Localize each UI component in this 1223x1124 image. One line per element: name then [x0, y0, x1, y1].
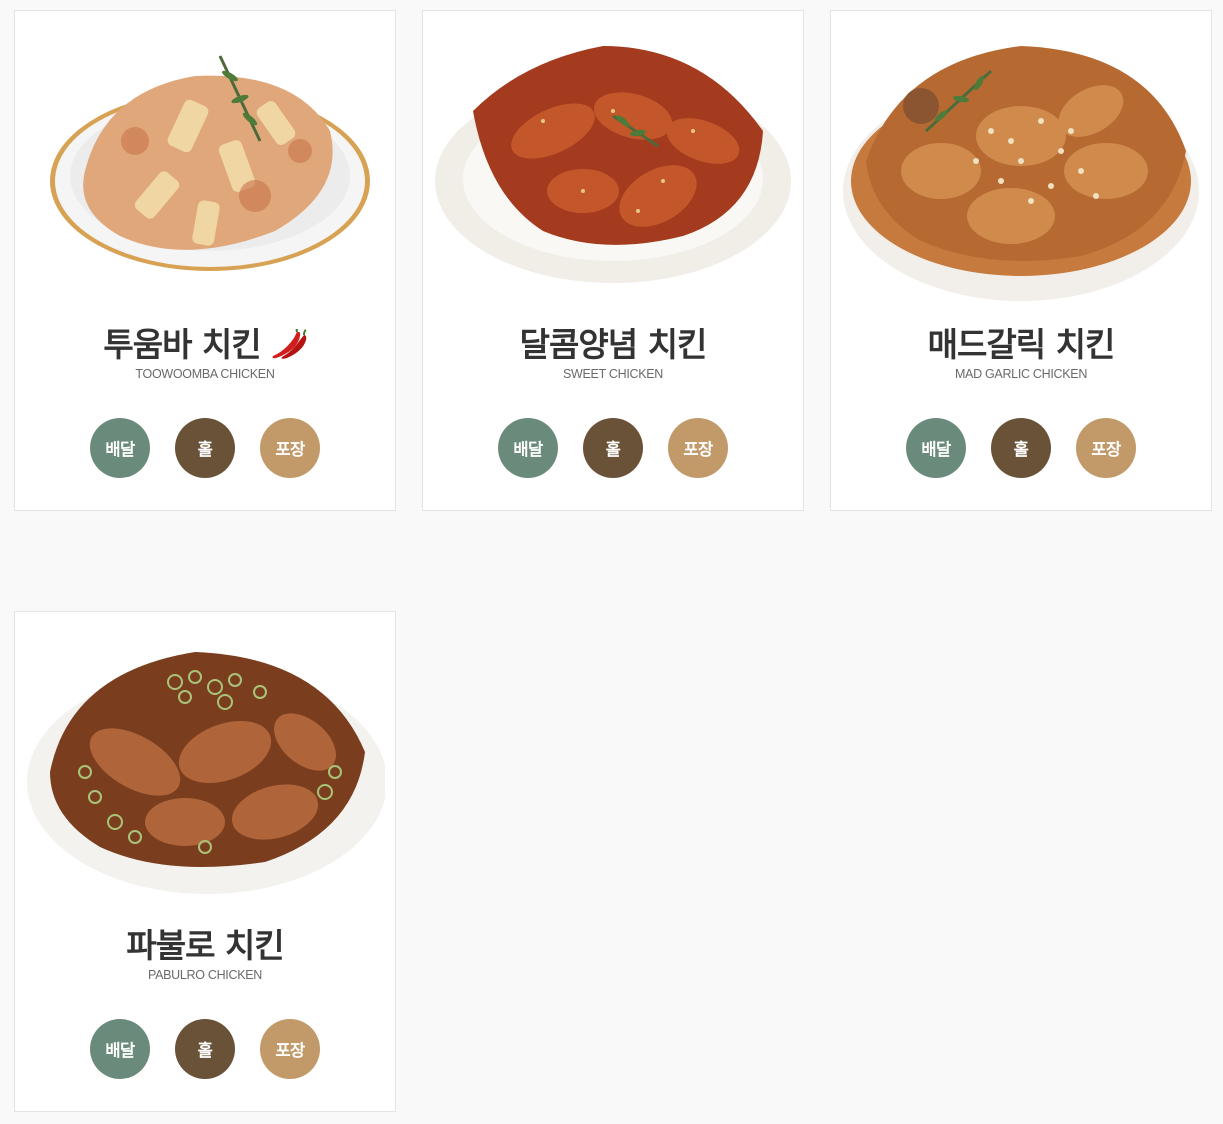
menu-card-mad-garlic[interactable]: 매드갈릭 치킨 MAD GARLIC CHICKEN 배달 홀 포장	[830, 10, 1212, 511]
menu-name: 매드갈릭 치킨	[927, 325, 1116, 364]
toowoomba-chicken-photo	[25, 21, 385, 311]
delivery-button[interactable]: 배달	[90, 1019, 150, 1079]
takeout-button[interactable]: 포장	[260, 418, 320, 478]
takeout-button[interactable]: 포장	[260, 1019, 320, 1079]
hall-button[interactable]: 홀	[991, 418, 1051, 478]
takeout-button[interactable]: 포장	[668, 418, 728, 478]
service-buttons: 배달 홀 포장	[15, 418, 395, 478]
takeout-button[interactable]: 포장	[1076, 418, 1136, 478]
menu-english-name: TOOWOOMBA CHICKEN	[135, 367, 275, 381]
mad-garlic-chicken-photo	[841, 21, 1201, 311]
menu-english-name: MAD GARLIC CHICKEN	[954, 367, 1088, 381]
menu-card-sweet[interactable]: 달콤양념 치킨 SWEET CHICKEN 배달 홀 포장	[422, 10, 804, 511]
hall-button[interactable]: 홀	[175, 1019, 235, 1079]
delivery-button[interactable]: 배달	[498, 418, 558, 478]
hall-button[interactable]: 홀	[175, 418, 235, 478]
menu-english-name: SWEET CHICKEN	[562, 367, 664, 381]
delivery-button[interactable]: 배달	[90, 418, 150, 478]
menu-name: 파불로 치킨	[126, 926, 284, 965]
sweet-chicken-photo	[433, 21, 793, 311]
service-buttons: 배달 홀 포장	[831, 418, 1211, 478]
menu-title-row: 파불로 치킨	[15, 926, 395, 966]
menu-title-row: 투움바 치킨	[15, 325, 395, 365]
menu-english-name: PABULRO CHICKEN	[147, 968, 263, 982]
pabulro-chicken-photo	[25, 622, 385, 912]
menu-card-pabulro[interactable]: 파불로 치킨 PABULRO CHICKEN 배달 홀 포장	[14, 611, 396, 1112]
menu-name: 투움바 치킨	[103, 325, 261, 364]
service-buttons: 배달 홀 포장	[15, 1019, 395, 1079]
menu-name: 달콤양념 치킨	[519, 325, 708, 364]
menu-title-row: 매드갈릭 치킨	[831, 325, 1211, 365]
menu-title-row: 달콤양념 치킨	[423, 325, 803, 365]
service-buttons: 배달 홀 포장	[423, 418, 803, 478]
hall-button[interactable]: 홀	[583, 418, 643, 478]
delivery-button[interactable]: 배달	[906, 418, 966, 478]
menu-card-toowoomba[interactable]: 투움바 치킨 TOOWOOMBA CHICKEN 배달 홀 포장	[14, 10, 396, 511]
chili-pepper-icon	[267, 327, 307, 361]
